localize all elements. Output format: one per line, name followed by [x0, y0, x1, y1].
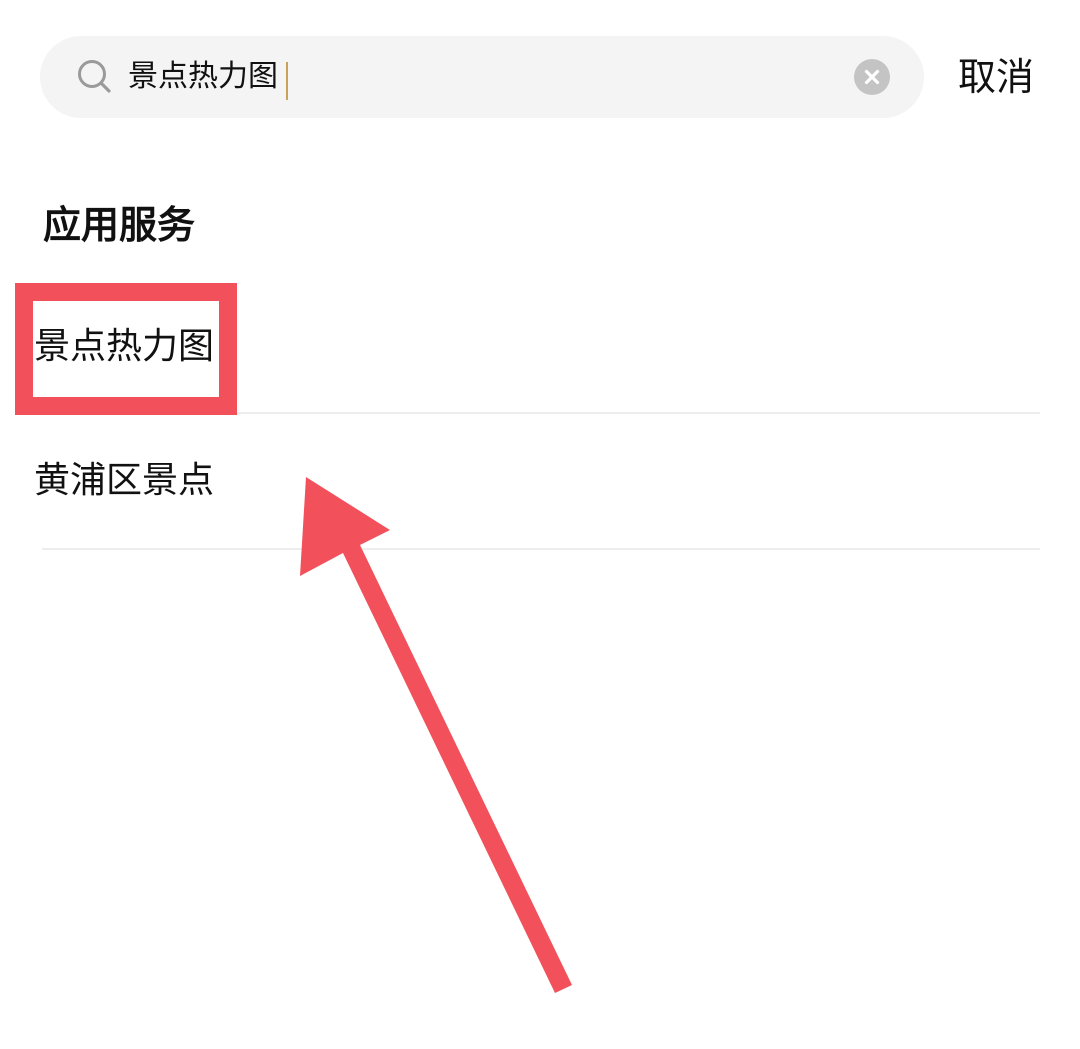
result-item-heatmap[interactable]: 景点热力图	[0, 280, 1080, 413]
cancel-button[interactable]: 取消	[958, 52, 1034, 102]
clear-icon[interactable]	[854, 59, 890, 95]
section-title: 应用服务	[43, 203, 196, 247]
search-bar[interactable]	[40, 36, 924, 118]
result-item-huangpu[interactable]: 黄浦区景点	[0, 414, 1080, 550]
search-icon	[76, 58, 114, 96]
result-label: 景点热力图	[34, 326, 215, 367]
search-input[interactable]	[128, 36, 828, 118]
text-cursor	[286, 62, 288, 100]
divider	[42, 548, 1040, 550]
result-label: 黄浦区景点	[34, 460, 215, 501]
